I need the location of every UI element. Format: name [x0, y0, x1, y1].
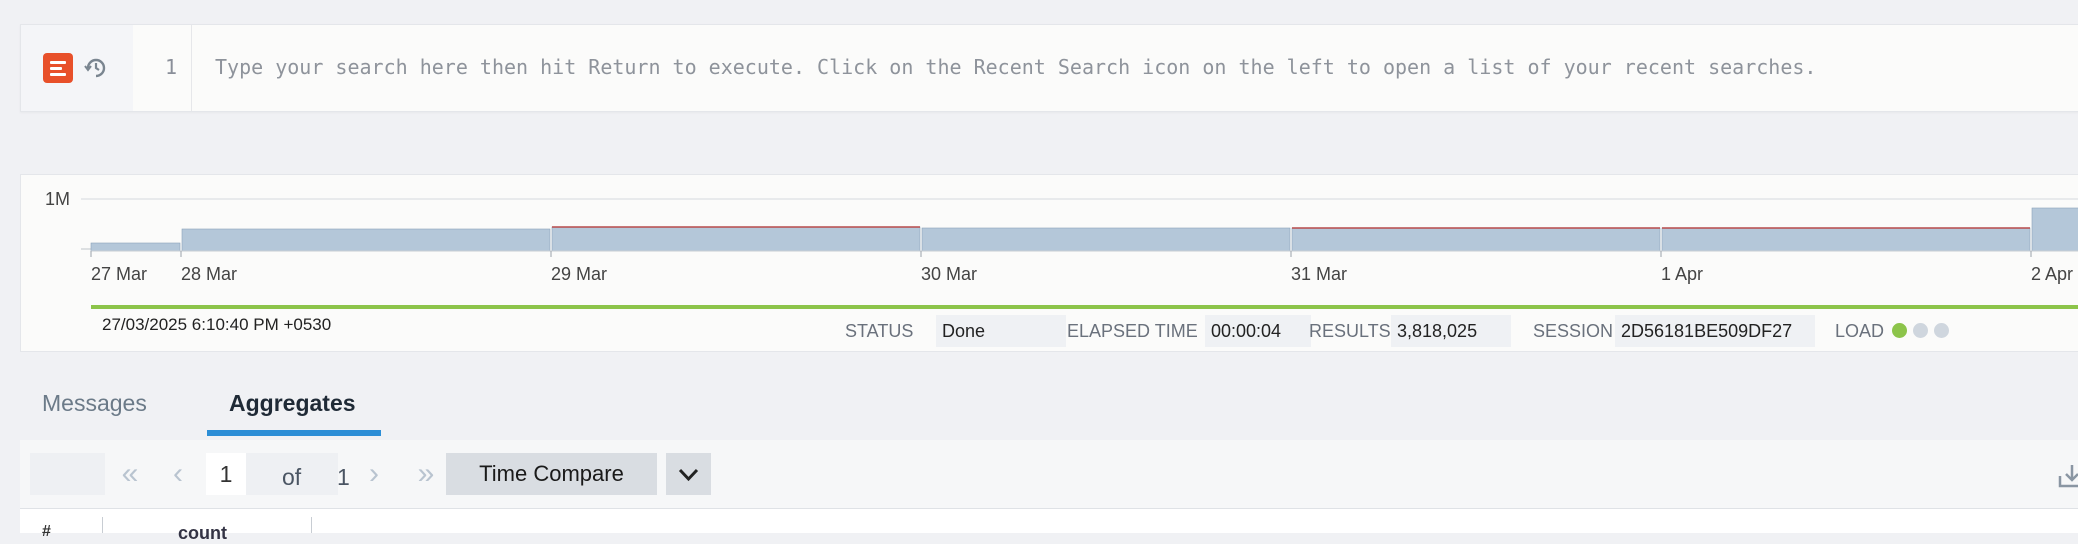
- search-icons-panel: [21, 25, 133, 111]
- download-icon[interactable]: [2057, 462, 2078, 490]
- first-page-icon[interactable]: «: [110, 453, 150, 495]
- session-label: SESSION: [1533, 321, 1614, 341]
- histogram-bar: [1661, 227, 2031, 252]
- line-number-gutter: 1: [133, 25, 192, 111]
- session-value: 2D56181BE509DF27: [1615, 315, 1815, 347]
- x-tick-label: 29 Mar: [551, 264, 607, 284]
- time-compare-dropdown[interactable]: [666, 453, 711, 495]
- next-page-icon[interactable]: ›: [358, 453, 390, 495]
- x-tick-label: 27 Mar: [91, 264, 147, 284]
- results-label: RESULTS: [1309, 321, 1391, 341]
- line-number: 1: [164, 55, 177, 79]
- tab-aggregates[interactable]: Aggregates: [229, 390, 356, 417]
- chevron-down-icon: [678, 468, 699, 482]
- column-header-count[interactable]: count: [178, 523, 227, 544]
- search-start-time: 27/03/2025 6:10:40 PM +0530: [102, 315, 332, 334]
- histogram-bar: [90, 242, 181, 252]
- x-tick-label: 1 Apr: [1661, 264, 1703, 284]
- x-tick-label: 2 Apr: [2031, 264, 2073, 284]
- pager-spacer: [30, 453, 105, 495]
- results-value: 3,818,025: [1391, 315, 1511, 347]
- total-pages: 1: [337, 464, 350, 490]
- status-value: Done: [936, 315, 1066, 347]
- search-input[interactable]: Type your search here then hit Return to…: [215, 55, 2075, 79]
- previous-page-icon[interactable]: ‹: [162, 453, 194, 495]
- load-dot-2: [1913, 323, 1928, 338]
- load-label: LOAD: [1835, 321, 1885, 341]
- load-dot-1: [1892, 323, 1907, 338]
- histogram-bar: [2031, 207, 2078, 252]
- column-divider: [311, 517, 312, 533]
- current-page-input[interactable]: 1: [206, 453, 246, 495]
- app-logo-icon[interactable]: [43, 53, 73, 83]
- table-header: # count: [20, 508, 2078, 543]
- x-tick-label: 31 Mar: [1291, 264, 1347, 284]
- active-tab-indicator: [207, 430, 381, 436]
- column-divider: [102, 517, 103, 533]
- y-tick-label: 1M: [45, 189, 70, 209]
- last-page-icon[interactable]: »: [406, 453, 446, 495]
- tab-messages[interactable]: Messages: [42, 390, 147, 417]
- histogram-bar: [1291, 227, 1661, 252]
- status-label: STATUS: [845, 321, 914, 341]
- x-tick-label: 30 Mar: [921, 264, 977, 284]
- elapsed-time-value: 00:00:04: [1205, 315, 1311, 347]
- page-of-label: of: [282, 464, 302, 490]
- search-bar: 1 Type your search here then hit Return …: [20, 24, 2078, 112]
- time-compare-button[interactable]: Time Compare: [446, 453, 657, 495]
- column-header-index[interactable]: #: [42, 523, 51, 541]
- load-dot-3: [1934, 323, 1949, 338]
- recent-search-icon[interactable]: [83, 55, 109, 81]
- histogram-panel: 1M 27 Mar 28 Mar 29 Mar 30 Mar 31 Mar 1 …: [20, 174, 2078, 352]
- histogram-bar: [551, 226, 921, 252]
- elapsed-time-label: ELAPSED TIME: [1067, 321, 1198, 341]
- histogram-bar: [921, 227, 1291, 252]
- histogram-bar: [181, 228, 551, 252]
- x-tick-label: 28 Mar: [181, 264, 237, 284]
